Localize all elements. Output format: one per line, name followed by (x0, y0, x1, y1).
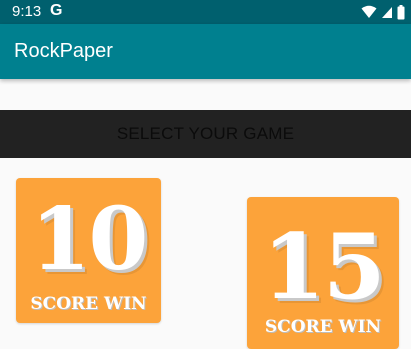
select-game-banner: SELECT YOUR GAME (0, 110, 411, 158)
app-title: RockPaper (14, 40, 113, 62)
game-card-caption: SCORE WIN (30, 294, 147, 314)
google-notification-icon: G (50, 2, 63, 19)
game-card-number: 10 (30, 189, 149, 290)
game-card-caption: SCORE WIN (264, 317, 382, 337)
game-card-number: 15 (262, 214, 385, 320)
status-bar: 9:13 G (0, 0, 411, 24)
signal-icon (382, 7, 392, 18)
battery-icon (397, 4, 405, 19)
app-bar: RockPaper (0, 24, 411, 79)
banner-text: SELECT YOUR GAME (116, 124, 295, 143)
game-card-15[interactable]: 15 SCORE WIN (247, 197, 399, 349)
status-icons (361, 3, 405, 21)
status-time: 9:13 (12, 3, 42, 20)
game-card-10[interactable]: 10 SCORE WIN (16, 178, 161, 323)
wifi-icon (361, 5, 377, 18)
